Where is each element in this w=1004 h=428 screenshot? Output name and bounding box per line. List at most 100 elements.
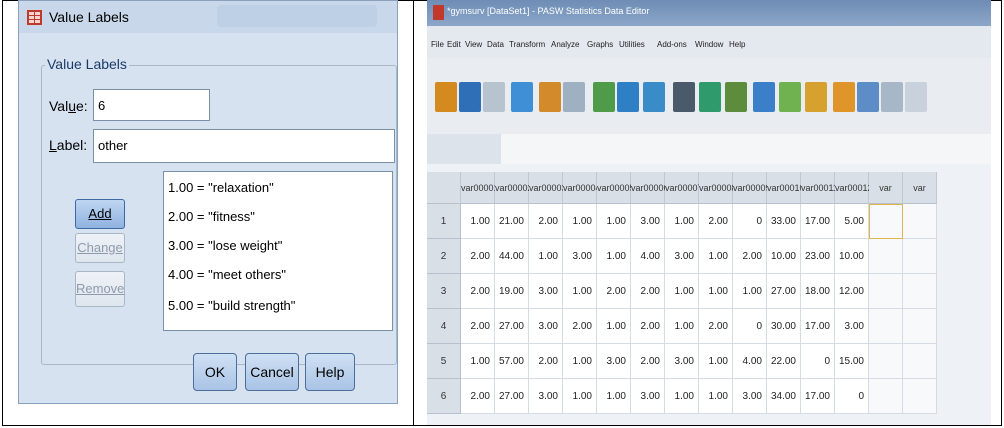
table-cell[interactable]: 27.00: [495, 379, 529, 414]
change-button[interactable]: Change: [75, 233, 125, 263]
table-cell[interactable]: 3.00: [835, 309, 869, 344]
table-cell[interactable]: 27.00: [495, 309, 529, 344]
table-cell[interactable]: 1.00: [529, 239, 563, 274]
table-cell[interactable]: 1.00: [699, 379, 733, 414]
table-cell[interactable]: 0: [801, 344, 835, 379]
menu-transform[interactable]: Transform: [509, 40, 545, 49]
column-header[interactable]: var: [869, 172, 903, 204]
table-cell[interactable]: 30.00: [767, 309, 801, 344]
table-cell[interactable]: 0: [733, 204, 767, 239]
menu-utilities[interactable]: Utilities: [619, 40, 645, 49]
table-cell[interactable]: 0: [733, 309, 767, 344]
list-item[interactable]: 3.00 = "lose weight": [168, 238, 282, 253]
menu-file[interactable]: File: [431, 40, 444, 49]
table-cell[interactable]: 2.00: [631, 309, 665, 344]
table-cell[interactable]: 4.00: [631, 239, 665, 274]
list-item[interactable]: 4.00 = "meet others": [168, 267, 286, 282]
table-cell[interactable]: 1.00: [665, 309, 699, 344]
split-file-icon[interactable]: [753, 82, 775, 112]
table-cell[interactable]: [869, 239, 903, 274]
menu-window[interactable]: Window: [695, 40, 723, 49]
table-cell[interactable]: 2.00: [461, 239, 495, 274]
menu-view[interactable]: View: [465, 40, 482, 49]
table-cell[interactable]: 1.00: [733, 274, 767, 309]
use-sets-icon[interactable]: [857, 82, 879, 112]
table-cell[interactable]: [903, 309, 937, 344]
cell-reference-box[interactable]: [427, 134, 501, 164]
table-cell[interactable]: 10.00: [835, 239, 869, 274]
value-labels-list[interactable]: 1.00 = "relaxation" 2.00 = "fitness" 3.0…: [163, 171, 393, 331]
menu-help[interactable]: Help: [729, 40, 745, 49]
table-cell[interactable]: 57.00: [495, 344, 529, 379]
remove-button[interactable]: Remove: [75, 271, 125, 307]
table-cell[interactable]: 2.00: [631, 274, 665, 309]
column-header[interactable]: var00003: [529, 172, 567, 204]
insert-variable-icon[interactable]: [725, 82, 747, 112]
table-cell[interactable]: 3.00: [529, 274, 563, 309]
ok-button[interactable]: OK: [193, 353, 237, 391]
table-cell[interactable]: 1.00: [461, 344, 495, 379]
column-header[interactable]: var00010: [767, 172, 805, 204]
table-cell[interactable]: 1.00: [665, 379, 699, 414]
table-cell[interactable]: 1.00: [665, 204, 699, 239]
table-cell[interactable]: 2.00: [529, 344, 563, 379]
weight-cases-icon[interactable]: [779, 82, 801, 112]
table-cell[interactable]: 23.00: [801, 239, 835, 274]
table-cell[interactable]: 3.00: [631, 204, 665, 239]
table-cell[interactable]: 2.00: [733, 239, 767, 274]
save-icon[interactable]: [459, 82, 481, 112]
table-cell[interactable]: 2.00: [699, 204, 733, 239]
column-header[interactable]: var00004: [563, 172, 601, 204]
value-input[interactable]: 6: [93, 89, 210, 121]
column-header[interactable]: var00011: [801, 172, 838, 204]
menu-data[interactable]: Data: [487, 40, 504, 49]
column-header[interactable]: var00006: [631, 172, 669, 204]
list-item[interactable]: 1.00 = "relaxation": [168, 180, 274, 195]
undo-icon[interactable]: [539, 82, 561, 112]
insert-cases-icon[interactable]: [699, 82, 721, 112]
menu-edit[interactable]: Edit: [447, 40, 461, 49]
table-cell[interactable]: 1.00: [665, 274, 699, 309]
table-cell[interactable]: 1.00: [563, 274, 597, 309]
table-cell[interactable]: 10.00: [767, 239, 801, 274]
label-input[interactable]: other: [93, 129, 395, 163]
table-cell[interactable]: 17.00: [801, 309, 835, 344]
table-cell[interactable]: 17.00: [801, 379, 835, 414]
column-header[interactable]: var00007: [665, 172, 703, 204]
table-cell[interactable]: 44.00: [495, 239, 529, 274]
table-cell[interactable]: 1.00: [563, 204, 597, 239]
select-cases-icon[interactable]: [805, 82, 827, 112]
table-cell[interactable]: 1.00: [699, 274, 733, 309]
table-cell[interactable]: 12.00: [835, 274, 869, 309]
table-cell[interactable]: 3.00: [665, 239, 699, 274]
column-header[interactable]: var00001: [461, 172, 499, 204]
table-cell[interactable]: 2.00: [461, 379, 495, 414]
column-header[interactable]: var00008: [699, 172, 737, 204]
row-header[interactable]: 1: [427, 204, 461, 239]
table-cell[interactable]: 1.00: [597, 204, 631, 239]
column-header[interactable]: var00009: [733, 172, 771, 204]
table-cell[interactable]: 1.00: [597, 379, 631, 414]
row-header[interactable]: 6: [427, 379, 461, 414]
list-item[interactable]: 5.00 = "build strength": [168, 298, 295, 313]
table-cell[interactable]: 1.00: [597, 239, 631, 274]
table-cell[interactable]: 3.00: [733, 379, 767, 414]
cancel-button[interactable]: Cancel: [245, 353, 299, 391]
table-cell[interactable]: 3.00: [563, 239, 597, 274]
cell-editor-bar[interactable]: [501, 134, 991, 164]
menu-analyze[interactable]: Analyze: [551, 40, 579, 49]
table-cell[interactable]: 3.00: [529, 309, 563, 344]
table-cell[interactable]: [869, 379, 903, 414]
table-cell[interactable]: 33.00: [767, 204, 801, 239]
table-cell[interactable]: 0: [835, 379, 869, 414]
table-cell[interactable]: 17.00: [801, 204, 835, 239]
table-cell[interactable]: [903, 379, 937, 414]
variables-icon[interactable]: [643, 82, 665, 112]
goto-variable-icon[interactable]: [617, 82, 639, 112]
find-icon[interactable]: [673, 82, 695, 112]
table-cell[interactable]: 1.00: [597, 309, 631, 344]
column-header[interactable]: var00002: [495, 172, 533, 204]
add-button[interactable]: Add: [75, 199, 125, 229]
table-cell[interactable]: 15.00: [835, 344, 869, 379]
table-cell[interactable]: 3.00: [631, 379, 665, 414]
